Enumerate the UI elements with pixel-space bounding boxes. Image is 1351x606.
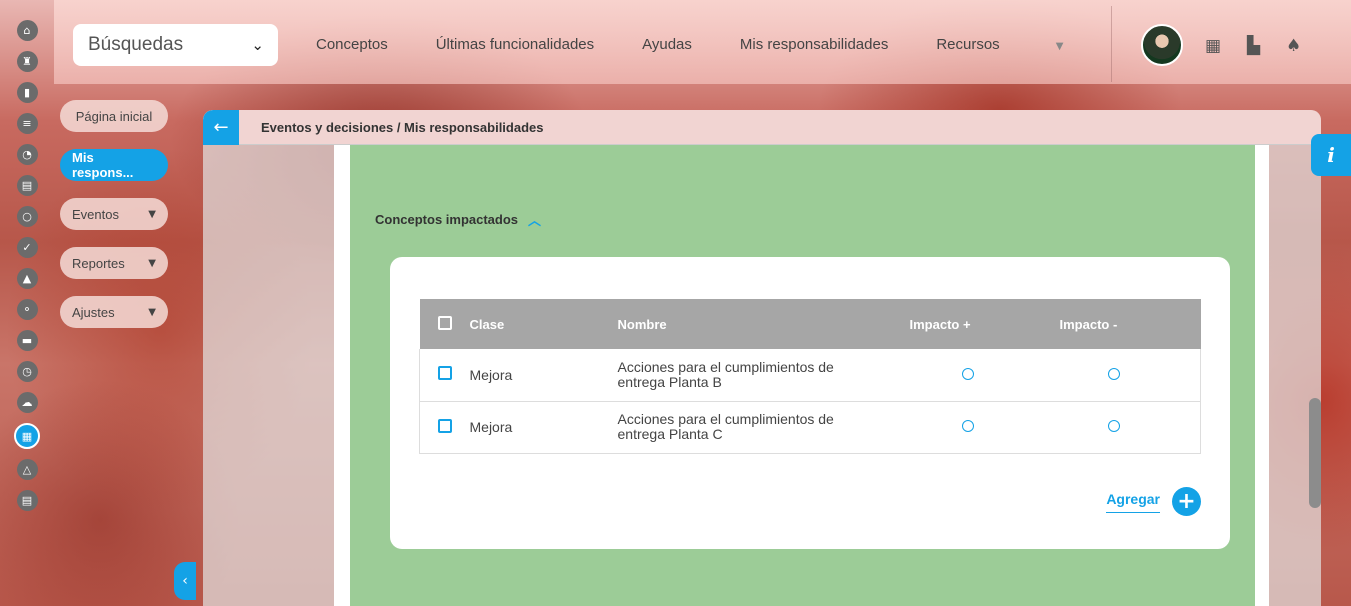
cloud-icon[interactable]: ☁	[16, 392, 38, 413]
row-select-cell	[419, 349, 470, 402]
document-icon[interactable]: ▤	[16, 175, 38, 196]
top-bar: Búsquedas ⌄ Conceptos Últimas funcionali…	[54, 0, 1351, 84]
warning-icon[interactable]: ▲	[16, 268, 38, 289]
table-header-row: Clase Nombre Impacto + Impacto -	[419, 299, 1201, 349]
menu-pagina-inicial[interactable]: Página inicial	[60, 100, 168, 132]
column-header-clase[interactable]: Clase	[469, 299, 618, 349]
nombre-cell: Acciones para el cumplimientos de entrega…	[617, 401, 910, 454]
clock-icon[interactable]: ◷	[16, 361, 38, 382]
impacto-negativo-cell	[1059, 349, 1201, 402]
divider	[1111, 6, 1112, 82]
nombre-line-2: entrega Planta B	[617, 373, 722, 390]
menu-eventos[interactable]: Eventos ▼	[60, 198, 168, 230]
bar-chart-icon[interactable]: ▮	[16, 82, 38, 103]
menu-mis-responsabilidades[interactable]: Mis respons...	[60, 149, 168, 181]
nav-ultimas-funcionalidades[interactable]: Últimas funcionalidades	[436, 36, 594, 53]
menu-label: Mis respons...	[72, 150, 134, 180]
books-icon[interactable]: ▙	[1247, 36, 1260, 56]
impacto-positivo-cell	[909, 401, 1060, 454]
select-all-checkbox[interactable]	[437, 315, 452, 330]
left-menu: Página inicial Mis respons... Eventos ▼ …	[60, 100, 168, 345]
calendar-icon[interactable]: ▦	[14, 423, 40, 449]
nav-conceptos[interactable]: Conceptos	[316, 36, 388, 53]
impacto-positivo-radio[interactable]	[961, 420, 974, 432]
row-select-cell	[419, 401, 470, 454]
menu-reportes[interactable]: Reportes ▼	[60, 247, 168, 279]
add-row: Agregar +	[1106, 487, 1201, 516]
avatar[interactable]	[1141, 24, 1183, 66]
main-panel: ← Eventos y decisiones / Mis responsabil…	[203, 110, 1321, 606]
concepts-table: Clase Nombre Impacto + Impacto - Mejora …	[419, 299, 1201, 454]
concepts-card: Clase Nombre Impacto + Impacto - Mejora …	[390, 257, 1230, 549]
presentation-icon[interactable]: ▬	[16, 330, 38, 351]
back-arrow-icon[interactable]: ←	[203, 110, 239, 145]
nombre-line-1: Acciones para el cumplimientos de	[617, 411, 834, 427]
table-row[interactable]: Mejora Acciones para el cumplimientos de…	[419, 349, 1201, 402]
section-header[interactable]: Conceptos impactados ︿	[375, 210, 541, 229]
menu-ajustes[interactable]: Ajustes ▼	[60, 296, 168, 328]
nombre-line-2: entrega Planta C	[617, 426, 723, 442]
nav-mis-responsabilidades[interactable]: Mis responsabilidades	[740, 36, 888, 53]
caret-down-icon: ▼	[148, 257, 156, 269]
plus-icon[interactable]: +	[1172, 487, 1201, 516]
more-icon[interactable]: ▤	[16, 490, 38, 511]
bell-icon[interactable]: ♠	[1286, 36, 1301, 56]
panel-body: Conceptos impactados ︿ Clase Nombre Impa…	[203, 145, 1321, 606]
nombre-cell: Acciones para el cumplimientos de entrega…	[617, 349, 910, 402]
menu-label: Página inicial	[75, 108, 153, 124]
scrollbar[interactable]	[1309, 398, 1321, 508]
add-link[interactable]: Agregar	[1106, 491, 1160, 513]
nav-recursos[interactable]: Recursos ▼	[936, 36, 1111, 53]
caret-down-icon: ▼	[1055, 41, 1064, 52]
menu-label: Ajustes	[72, 304, 115, 320]
caret-down-icon: ▼	[148, 306, 156, 318]
impacto-positivo-radio[interactable]	[961, 367, 974, 380]
chevron-down-icon: ⌄	[251, 36, 264, 54]
clase-cell: Mejora	[469, 401, 618, 454]
impacto-negativo-cell	[1059, 401, 1201, 454]
nav-ayudas[interactable]: Ayudas	[642, 36, 692, 53]
column-header-impacto-negativo[interactable]: Impacto -	[1059, 299, 1201, 349]
calendar-icon[interactable]: ▦	[1205, 36, 1221, 56]
column-header-impacto-positivo[interactable]: Impacto +	[909, 299, 1060, 349]
menu-label: Eventos	[72, 206, 119, 222]
caret-down-icon: ▼	[148, 208, 156, 220]
list-icon[interactable]: ≡	[16, 113, 38, 134]
clase-cell: Mejora	[469, 349, 618, 402]
check-icon[interactable]: ✓	[16, 237, 38, 258]
collapse-menu-button[interactable]: ‹	[174, 562, 196, 600]
panel-header: ← Eventos y decisiones / Mis responsabil…	[203, 110, 1321, 145]
sidebar-rail: ⌂ ♜ ▮ ≡ ◔ ▤ ○ ✓ ▲ ⚬ ▬ ◷ ☁ ▦ △ ▤	[0, 0, 54, 606]
impacto-negativo-radio[interactable]	[1107, 420, 1120, 432]
impacto-positivo-cell	[909, 349, 1060, 402]
row-checkbox[interactable]	[437, 366, 452, 381]
select-all-cell	[419, 299, 470, 349]
connection-icon[interactable]: ⚬	[16, 299, 38, 320]
impacto-negativo-radio[interactable]	[1107, 367, 1120, 380]
menu-label: Reportes	[72, 255, 125, 271]
nav-recursos-label: Recursos	[936, 36, 1000, 53]
tower-icon[interactable]: ♜	[16, 51, 38, 72]
pie-chart-icon[interactable]: ◔	[16, 144, 38, 165]
row-checkbox[interactable]	[437, 418, 452, 433]
home-icon[interactable]: ⌂	[16, 20, 38, 41]
network-icon[interactable]: △	[16, 459, 38, 480]
table-row[interactable]: Mejora Acciones para el cumplimientos de…	[419, 401, 1201, 454]
chevron-up-icon[interactable]: ︿	[528, 210, 541, 229]
column-header-nombre[interactable]: Nombre	[617, 299, 910, 349]
search-dropdown[interactable]: Búsquedas ⌄	[73, 24, 278, 66]
nombre-line-1: Acciones para el cumplimientos de	[617, 358, 834, 375]
top-nav: Conceptos Últimas funcionalidades Ayudas…	[316, 36, 1159, 53]
search-label: Búsquedas	[88, 34, 184, 55]
info-icon[interactable]: i	[1311, 134, 1351, 176]
cycle-icon[interactable]: ○	[16, 206, 38, 227]
section-title: Conceptos impactados	[375, 212, 519, 227]
breadcrumb: Eventos y decisiones / Mis responsabilid…	[261, 119, 544, 135]
